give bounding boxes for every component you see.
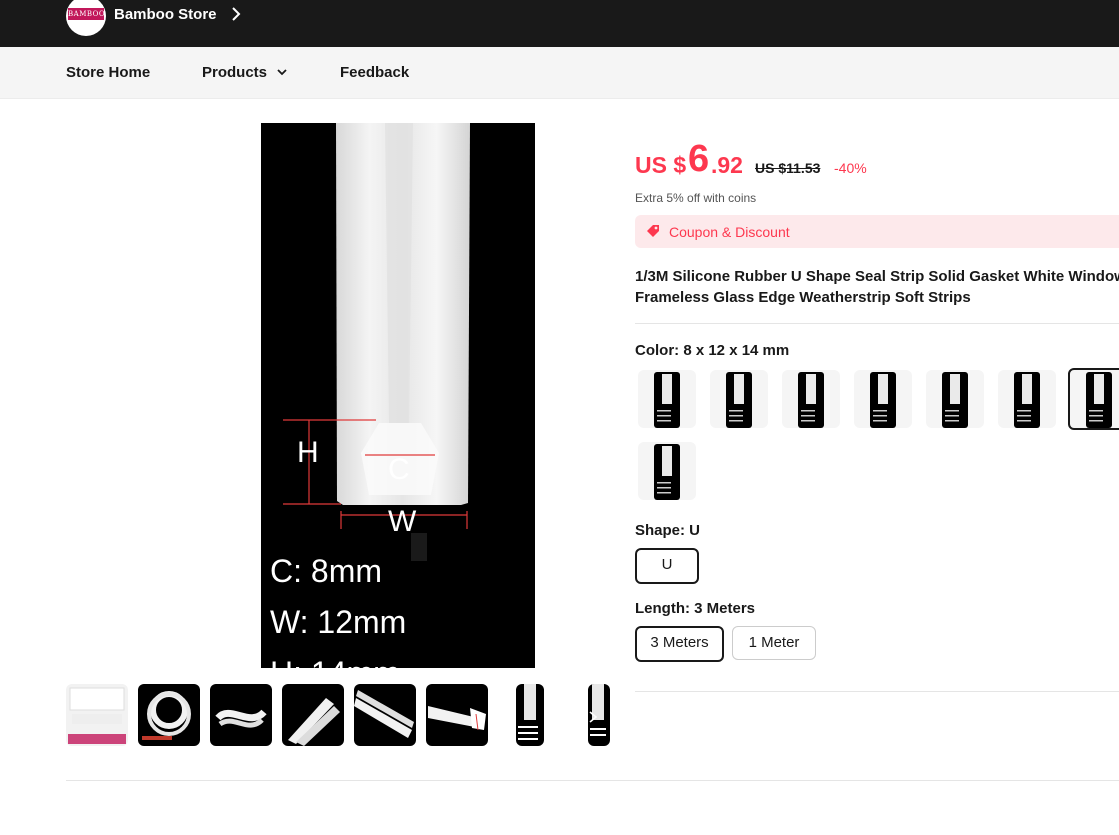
discount-badge: -40% bbox=[834, 160, 867, 176]
color-swatch[interactable] bbox=[638, 442, 696, 500]
color-swatch[interactable] bbox=[1068, 368, 1119, 430]
section-divider bbox=[66, 780, 1119, 781]
swatch-thumbnail bbox=[942, 372, 968, 428]
store-header: BAMBOO Bamboo Store bbox=[0, 0, 1119, 47]
spec-line-h: H: 14mm bbox=[270, 655, 400, 668]
length-label: Length: 3 Meters bbox=[635, 600, 756, 617]
color-swatch[interactable] bbox=[782, 370, 840, 428]
length-option-1m[interactable]: 1 Meter bbox=[732, 626, 816, 660]
thumbnail[interactable] bbox=[354, 684, 416, 746]
swatch-thumbnail bbox=[1014, 372, 1040, 428]
length-option-3m[interactable]: 3 Meters bbox=[635, 626, 724, 662]
color-swatch[interactable] bbox=[710, 370, 768, 428]
store-nav: Store Home Products Feedback bbox=[0, 47, 1119, 99]
store-logo-text: BAMBOO bbox=[68, 8, 106, 20]
coins-note: Extra 5% off with coins bbox=[635, 191, 757, 205]
shape-option-u[interactable]: U bbox=[635, 548, 699, 584]
divider bbox=[635, 323, 1119, 324]
nav-feedback[interactable]: Feedback bbox=[340, 64, 409, 81]
thumbnail[interactable] bbox=[516, 684, 544, 746]
price-integer: 6 bbox=[688, 138, 710, 180]
thumbnail[interactable] bbox=[66, 684, 128, 746]
swatch-thumbnail bbox=[654, 372, 680, 428]
color-swatch[interactable] bbox=[998, 370, 1056, 428]
coupon-label: Coupon & Discount bbox=[669, 224, 790, 240]
divider bbox=[635, 691, 1119, 692]
chevron-right-icon[interactable] bbox=[228, 5, 244, 23]
price-decimal: .92 bbox=[711, 152, 743, 178]
original-price: US $11.53 bbox=[755, 160, 821, 176]
thumbnail[interactable] bbox=[282, 684, 344, 746]
dimension-label-w: W bbox=[388, 505, 417, 538]
thumbnail[interactable] bbox=[426, 684, 488, 746]
spec-line-c: C: 8mm bbox=[270, 553, 382, 589]
dimension-label-h: H bbox=[297, 436, 319, 469]
store-name-link[interactable]: Bamboo Store bbox=[114, 6, 217, 23]
color-swatch[interactable] bbox=[854, 370, 912, 428]
coupon-banner[interactable]: Coupon & Discount bbox=[635, 215, 1119, 248]
swatch-thumbnail bbox=[726, 372, 752, 428]
swatch-thumbnail bbox=[654, 444, 680, 500]
swatch-thumbnail bbox=[1086, 372, 1112, 428]
color-swatch[interactable] bbox=[926, 370, 984, 428]
spec-line-w: W: 12mm bbox=[270, 604, 407, 640]
chevron-right-icon[interactable] bbox=[586, 710, 600, 724]
store-logo[interactable]: BAMBOO bbox=[66, 0, 106, 36]
product-title-line2: Frameless Glass Edge Weatherstrip Soft S… bbox=[635, 289, 971, 306]
color-swatch[interactable] bbox=[638, 370, 696, 428]
product-title: 1/3M Silicone Rubber U Shape Seal Strip … bbox=[635, 266, 1119, 308]
shape-label: Shape: U bbox=[635, 522, 701, 539]
nav-products[interactable]: Products bbox=[202, 64, 267, 81]
price-currency: US $ bbox=[635, 152, 687, 178]
nav-store-home[interactable]: Store Home bbox=[66, 64, 150, 81]
thumbnail[interactable] bbox=[210, 684, 272, 746]
chevron-down-icon[interactable] bbox=[276, 66, 288, 78]
swatch-thumbnail bbox=[798, 372, 824, 428]
coupon-tag-icon bbox=[647, 225, 659, 237]
swatch-thumbnail bbox=[870, 372, 896, 428]
main-product-image[interactable]: H C W C: 8mm W: 12mm H: 14mm bbox=[261, 123, 535, 668]
product-title-line1: 1/3M Silicone Rubber U Shape Seal Strip … bbox=[635, 268, 1119, 285]
color-label: Color: 8 x 12 x 14 mm bbox=[635, 342, 790, 359]
dimension-label-c: C bbox=[388, 453, 410, 486]
thumbnail[interactable] bbox=[138, 684, 200, 746]
